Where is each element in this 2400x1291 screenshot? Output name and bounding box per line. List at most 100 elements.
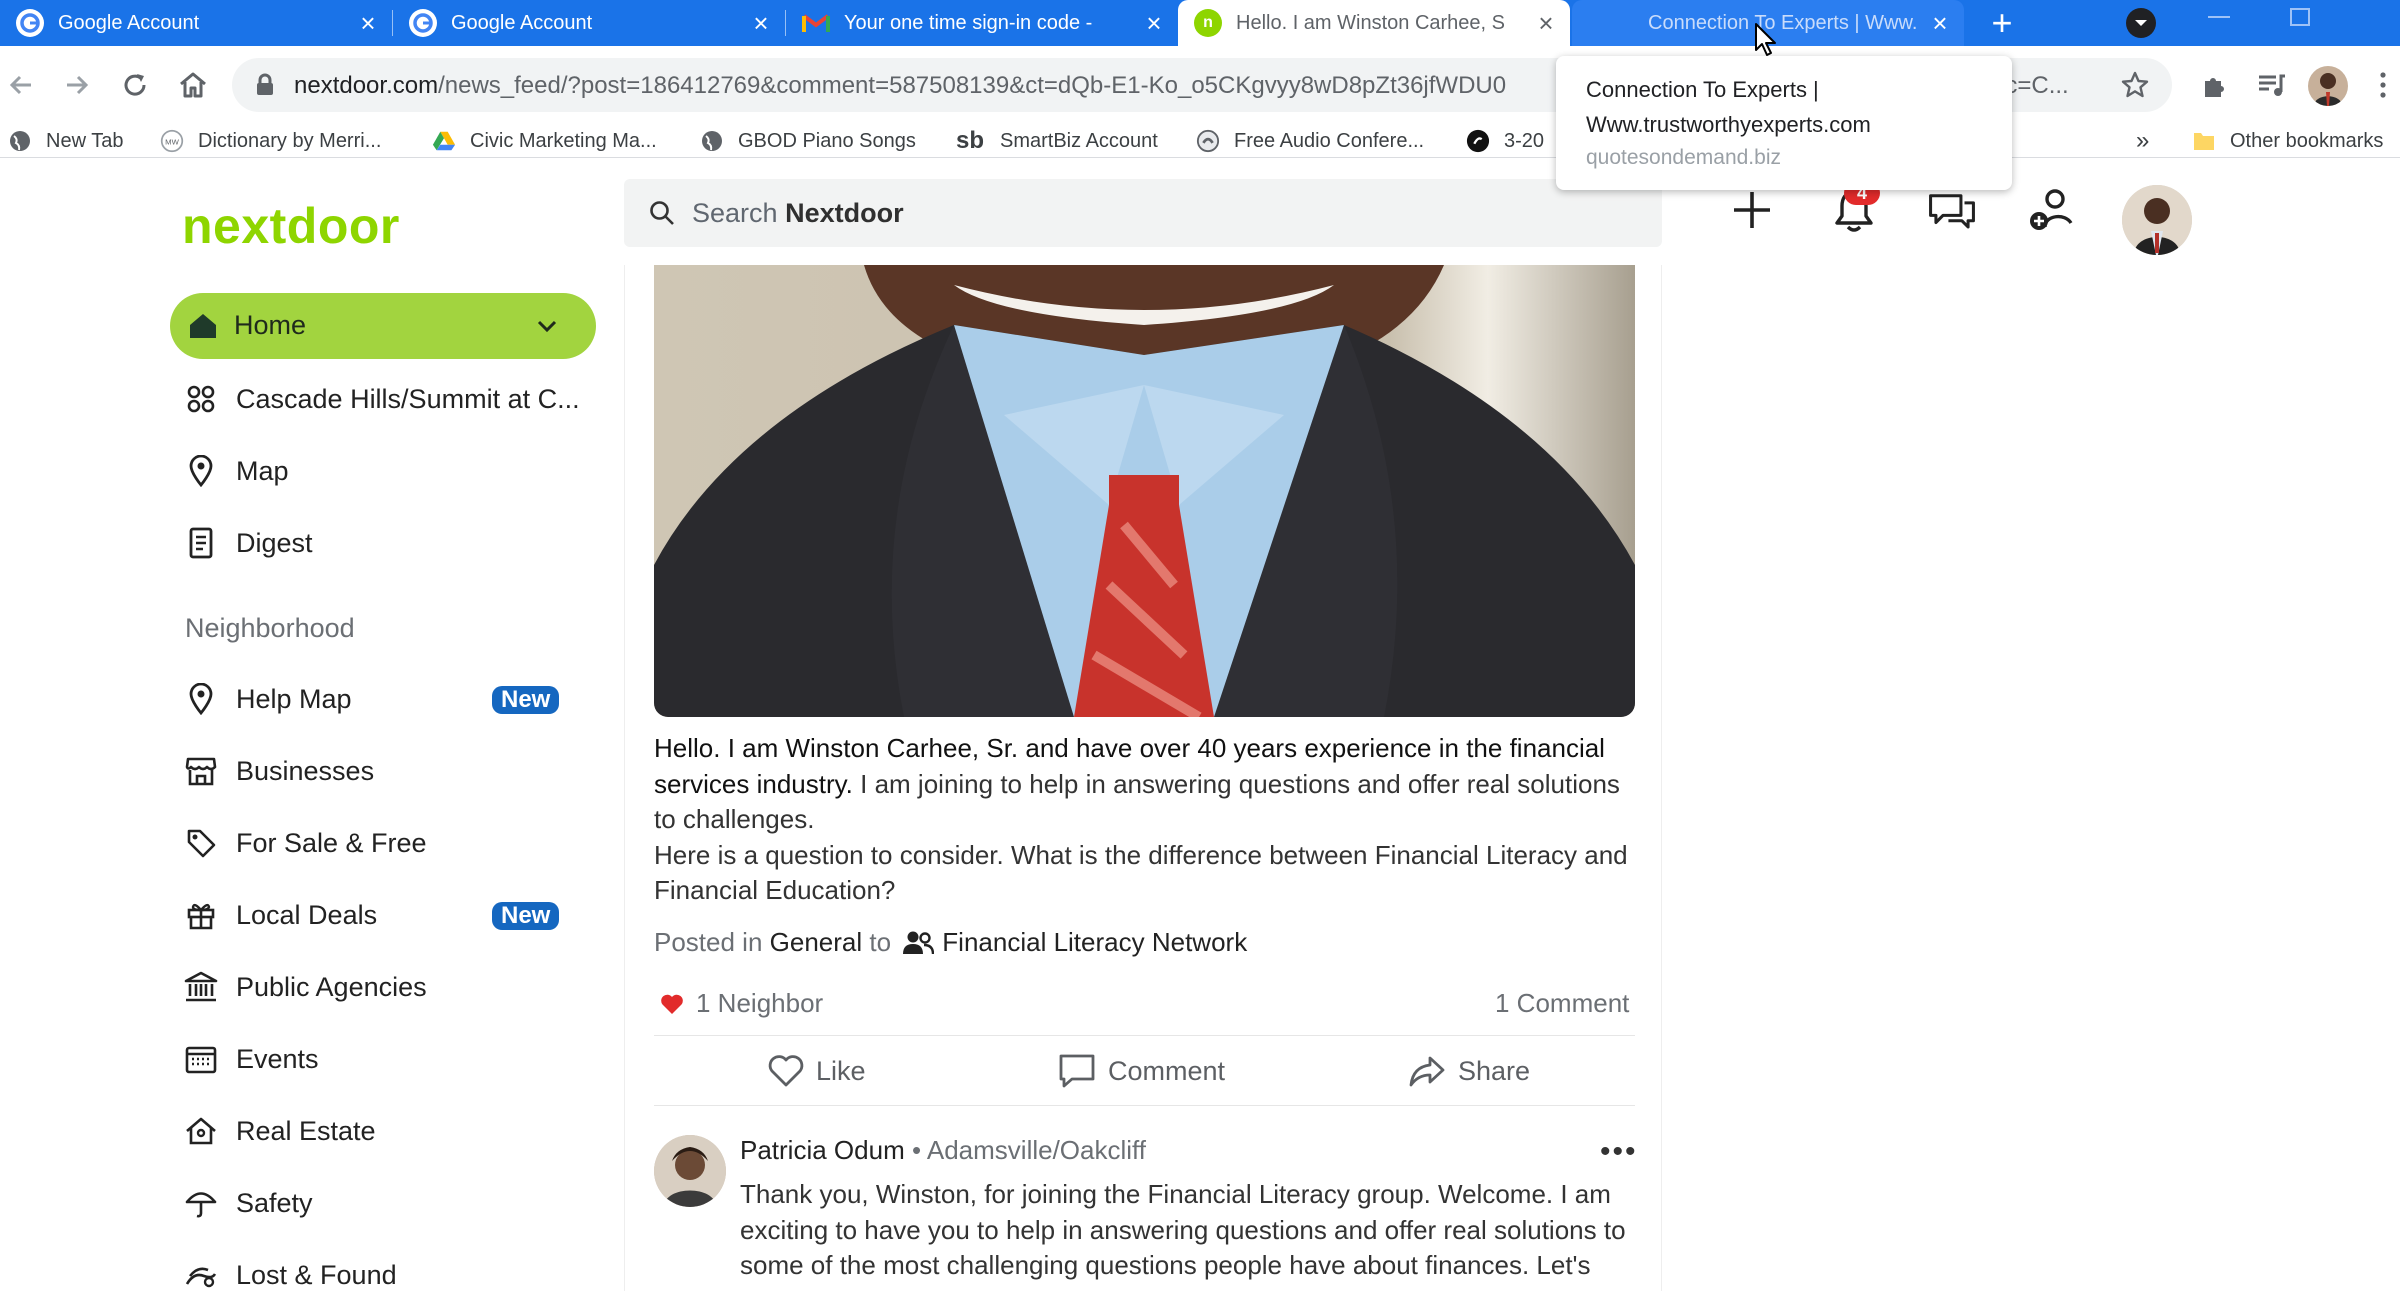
- government-icon: [184, 970, 218, 1004]
- search-input[interactable]: Search Nextdoor: [624, 179, 1662, 247]
- folder-icon: [2192, 129, 2216, 153]
- post-category-link[interactable]: General: [770, 927, 863, 958]
- commenter-location[interactable]: Adamsville/Oakcliff: [927, 1135, 1146, 1165]
- sidebar-item-neighborhood[interactable]: Cascade Hills/Summit at C...: [184, 376, 580, 422]
- browser-tab-sign-in-code[interactable]: Your one time sign-in code - ×: [786, 0, 1178, 46]
- reading-list-button[interactable]: [2250, 64, 2292, 106]
- sidebar-item-label: Digest: [236, 527, 313, 558]
- posted-to-label: to: [869, 927, 892, 957]
- chrome-menu-button[interactable]: [2380, 72, 2386, 98]
- user-avatar[interactable]: [2122, 185, 2192, 255]
- reaction-summary[interactable]: 1 Neighbor: [660, 988, 823, 1019]
- sidebar-item-label: Businesses: [236, 755, 375, 786]
- globe-icon: [700, 129, 724, 153]
- post-group-link[interactable]: Financial Literacy Network: [942, 927, 1247, 958]
- sidebar-item-digest[interactable]: Digest: [184, 520, 313, 566]
- comment-button[interactable]: Comment: [1058, 1051, 1225, 1091]
- browser-tab-strip: Google Account × Google Account × Your o…: [0, 0, 2400, 46]
- browser-tab-active-post[interactable]: n Hello. I am Winston Carhee, S ×: [1178, 0, 1570, 46]
- tab-close-icon[interactable]: ×: [1928, 10, 1952, 36]
- comment-count-link[interactable]: 1 Comment: [1495, 988, 1629, 1019]
- browser-tab-google-account-2[interactable]: Google Account ×: [393, 0, 785, 46]
- tab-close-icon[interactable]: ×: [749, 10, 773, 36]
- dark-circle-icon: [1466, 129, 1490, 153]
- bookmark-civic-marketing[interactable]: Civic Marketing Ma...: [432, 124, 657, 158]
- sidebar-item-real-estate[interactable]: Real Estate: [184, 1108, 376, 1154]
- other-bookmarks-folder[interactable]: Other bookmarks: [2192, 124, 2383, 158]
- window-restore-button[interactable]: [2290, 8, 2310, 26]
- sidebar-item-label: Home: [234, 310, 307, 340]
- arrow-left-icon: [9, 75, 31, 95]
- sidebar-item-label: Real Estate: [236, 1115, 376, 1146]
- messages-button[interactable]: [1927, 185, 1977, 235]
- url-path: /news_feed/?post=186412769&comment=58750…: [438, 72, 1507, 99]
- bookmarks-overflow-button[interactable]: »: [2136, 124, 2149, 158]
- heart-outline-icon: [768, 1055, 804, 1087]
- portrait-photo-icon: [654, 265, 1635, 717]
- home-button[interactable]: [172, 64, 214, 106]
- sidebar-item-local-deals[interactable]: Local Deals: [184, 892, 377, 938]
- sidebar-item-events[interactable]: Events: [184, 1036, 319, 1082]
- sidebar-item-label: Map: [236, 455, 289, 486]
- sidebar-item-home[interactable]: Home: [170, 293, 596, 359]
- profile-avatar[interactable]: [2308, 66, 2348, 106]
- browser-tab-google-account-1[interactable]: Google Account ×: [0, 0, 392, 46]
- nextdoor-page: nextdoor Search Nextdoor 4 Home Cascade …: [0, 159, 2400, 1291]
- sidebar-item-for-sale-free[interactable]: For Sale & Free: [184, 820, 427, 866]
- bookmark-3-20[interactable]: 3-20: [1466, 124, 1544, 158]
- post-photo[interactable]: [654, 265, 1635, 717]
- post-question: Here is a question to consider. What is …: [654, 839, 1628, 906]
- back-button[interactable]: [0, 64, 42, 106]
- logo-wordmark: nextdoor: [182, 198, 400, 254]
- search-placeholder: Search Nextdoor: [692, 198, 904, 229]
- calendar-icon: [184, 1042, 218, 1076]
- tab-close-icon[interactable]: ×: [356, 10, 380, 36]
- tooltip-title-line2: Www.trustworthyexperts.com: [1586, 112, 1871, 137]
- tab-close-icon[interactable]: ×: [1142, 10, 1166, 36]
- tab-close-icon[interactable]: ×: [1534, 10, 1558, 36]
- like-label: Like: [816, 1055, 866, 1086]
- search-prefix: Search: [692, 197, 778, 228]
- sidebar-item-safety[interactable]: Safety: [184, 1180, 313, 1226]
- sidebar-item-help-map[interactable]: Help Map: [184, 676, 352, 722]
- nextdoor-logo[interactable]: nextdoor: [182, 197, 400, 255]
- share-button[interactable]: Share: [1408, 1051, 1530, 1091]
- posted-in-label: Posted in: [654, 927, 763, 957]
- star-icon[interactable]: [2120, 70, 2150, 100]
- sidebar-item-public-agencies[interactable]: Public Agencies: [184, 964, 427, 1010]
- more-dots-icon: •••: [1600, 1135, 1638, 1168]
- bookmark-free-audio[interactable]: Free Audio Confere...: [1196, 124, 1424, 158]
- bookmark-new-tab[interactable]: New Tab: [8, 124, 123, 158]
- bookmark-label: Free Audio Confere...: [1234, 129, 1425, 152]
- reload-button[interactable]: [114, 64, 156, 106]
- like-button[interactable]: Like: [768, 1051, 866, 1091]
- bookmark-label: GBOD Piano Songs: [738, 129, 916, 152]
- tab-search-button[interactable]: [2126, 8, 2156, 38]
- commenter-avatar[interactable]: [654, 1135, 726, 1207]
- invite-neighbors-button[interactable]: [2027, 185, 2077, 235]
- google-g-icon: [16, 9, 44, 37]
- bookmark-gbod-piano[interactable]: GBOD Piano Songs: [700, 124, 916, 158]
- chevron-down-icon[interactable]: [536, 319, 558, 333]
- comment-more-button[interactable]: •••: [1600, 1135, 1638, 1169]
- group-icon: [903, 931, 935, 954]
- reload-icon: [124, 74, 146, 96]
- new-tab-button[interactable]: +: [1982, 4, 2022, 44]
- bookmark-smartbiz[interactable]: sb SmartBiz Account: [954, 124, 1158, 158]
- tooltip-title-line1: Connection To Experts |: [1586, 77, 1819, 102]
- paw-icon: [184, 1258, 218, 1291]
- sidebar-item-label: Safety: [236, 1187, 313, 1218]
- bookmark-dictionary[interactable]: MW Dictionary by Merri...: [160, 124, 381, 158]
- window-minimize-button[interactable]: [2208, 16, 2230, 18]
- tab-title: Google Account: [58, 11, 200, 34]
- sidebar-item-lost-found[interactable]: Lost & Found: [184, 1252, 397, 1291]
- lock-icon[interactable]: [254, 73, 276, 97]
- bookmark-label: Civic Marketing Ma...: [470, 129, 657, 152]
- extensions-button[interactable]: [2194, 64, 2236, 106]
- comment-count: 1 Comment: [1495, 988, 1630, 1018]
- sidebar-item-map[interactable]: Map: [184, 448, 289, 494]
- forward-button[interactable]: [56, 64, 98, 106]
- commenter-name[interactable]: Patricia Odum: [740, 1135, 905, 1165]
- sidebar-item-businesses[interactable]: Businesses: [184, 748, 374, 794]
- post-create-button[interactable]: [1727, 185, 1777, 235]
